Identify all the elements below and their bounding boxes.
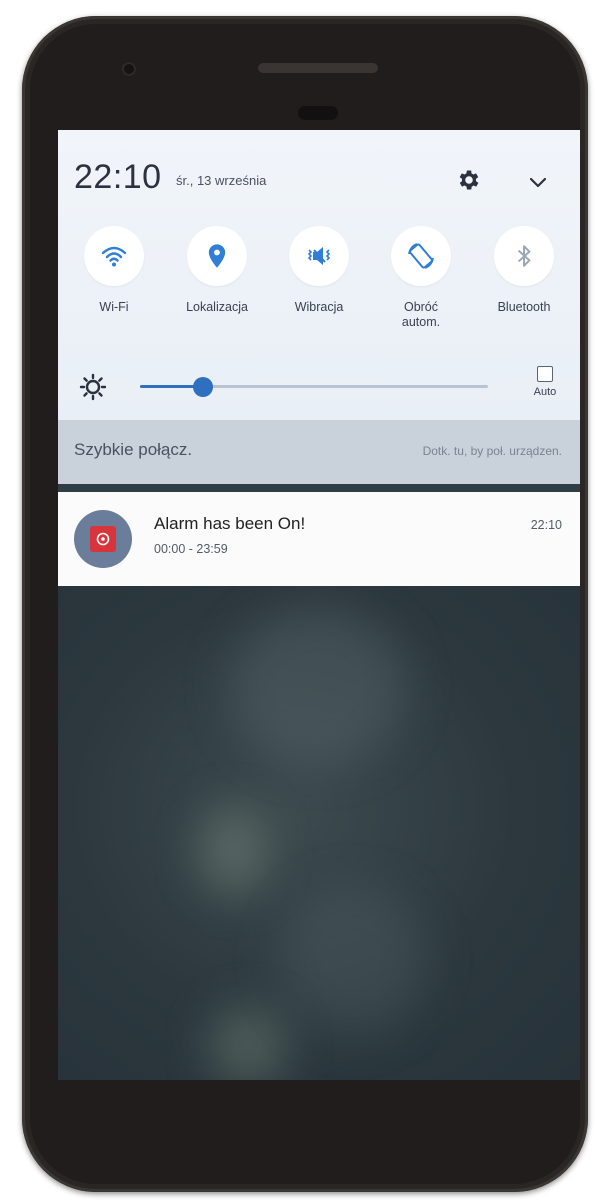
auto-label: Auto [533,386,557,398]
alarm-icon [90,526,116,552]
tile-label-wifi: Wi-Fi [99,300,129,314]
tile-wifi[interactable]: Wi-Fi [62,226,166,315]
notification-subtitle: 00:00 - 23:59 [154,542,228,556]
brightness-icon [78,372,108,402]
quick-connect-title: Szybkie połącz. [74,440,193,459]
tile-bluetooth[interactable]: Bluetooth [472,226,576,315]
brightness-auto-toggle[interactable]: Auto [520,366,570,398]
quick-connect-hint: Dotk. tu, by poł. urządzen. [422,444,562,458]
wallpaper [58,586,580,1080]
phone-frame: 22:10 śr., 13 września Wi-Fi Lokalizacja… [22,16,588,1192]
wallpaper-blur-shape [278,886,428,1036]
earpiece-speaker [258,63,378,73]
notification-title: Alarm has been On! [154,514,306,533]
wallpaper-blur-shape [208,1006,288,1080]
clock-time: 22:10 [74,158,162,196]
brightness-slider[interactable] [140,377,488,397]
proximity-sensor [298,106,338,120]
brightness-slider-thumb[interactable] [192,377,213,397]
location-icon [187,226,247,286]
tile-vibrate[interactable]: Wibracja [267,226,371,315]
tile-label-vibrate: Wibracja [294,300,344,314]
front-camera [122,62,136,76]
wallpaper-blur-shape [198,806,268,896]
tile-auto-rotate[interactable]: Obróć autom. [369,226,473,330]
wifi-icon [84,226,144,286]
auto-rotate-icon [391,226,451,286]
notification-card[interactable]: Alarm has been On! 00:00 - 23:59 22:10 [58,492,580,586]
tile-label-location: Lokalizacja [186,300,248,314]
vibrate-icon [289,226,349,286]
wallpaper-blur-shape [228,606,408,766]
auto-checkbox[interactable] [537,366,553,382]
tile-label-bluetooth: Bluetooth [497,300,551,314]
quick-connect-bar[interactable]: Szybkie połącz. Dotk. tu, by poł. urządz… [58,420,580,484]
tile-location[interactable]: Lokalizacja [165,226,269,315]
gear-icon[interactable] [453,164,485,196]
brightness-row: Auto [58,366,580,406]
quick-settings-panel: 22:10 śr., 13 września Wi-Fi Lokalizacja… [58,130,580,420]
chevron-down-icon[interactable] [522,166,554,198]
tile-label-auto-rotate: Obróć autom. [401,300,441,329]
notification-time: 22:10 [530,518,562,532]
bluetooth-icon [494,226,554,286]
alarm-app-icon [74,510,132,568]
screen: 22:10 śr., 13 września Wi-Fi Lokalizacja… [58,130,580,1080]
clock-date: śr., 13 września [176,173,267,188]
